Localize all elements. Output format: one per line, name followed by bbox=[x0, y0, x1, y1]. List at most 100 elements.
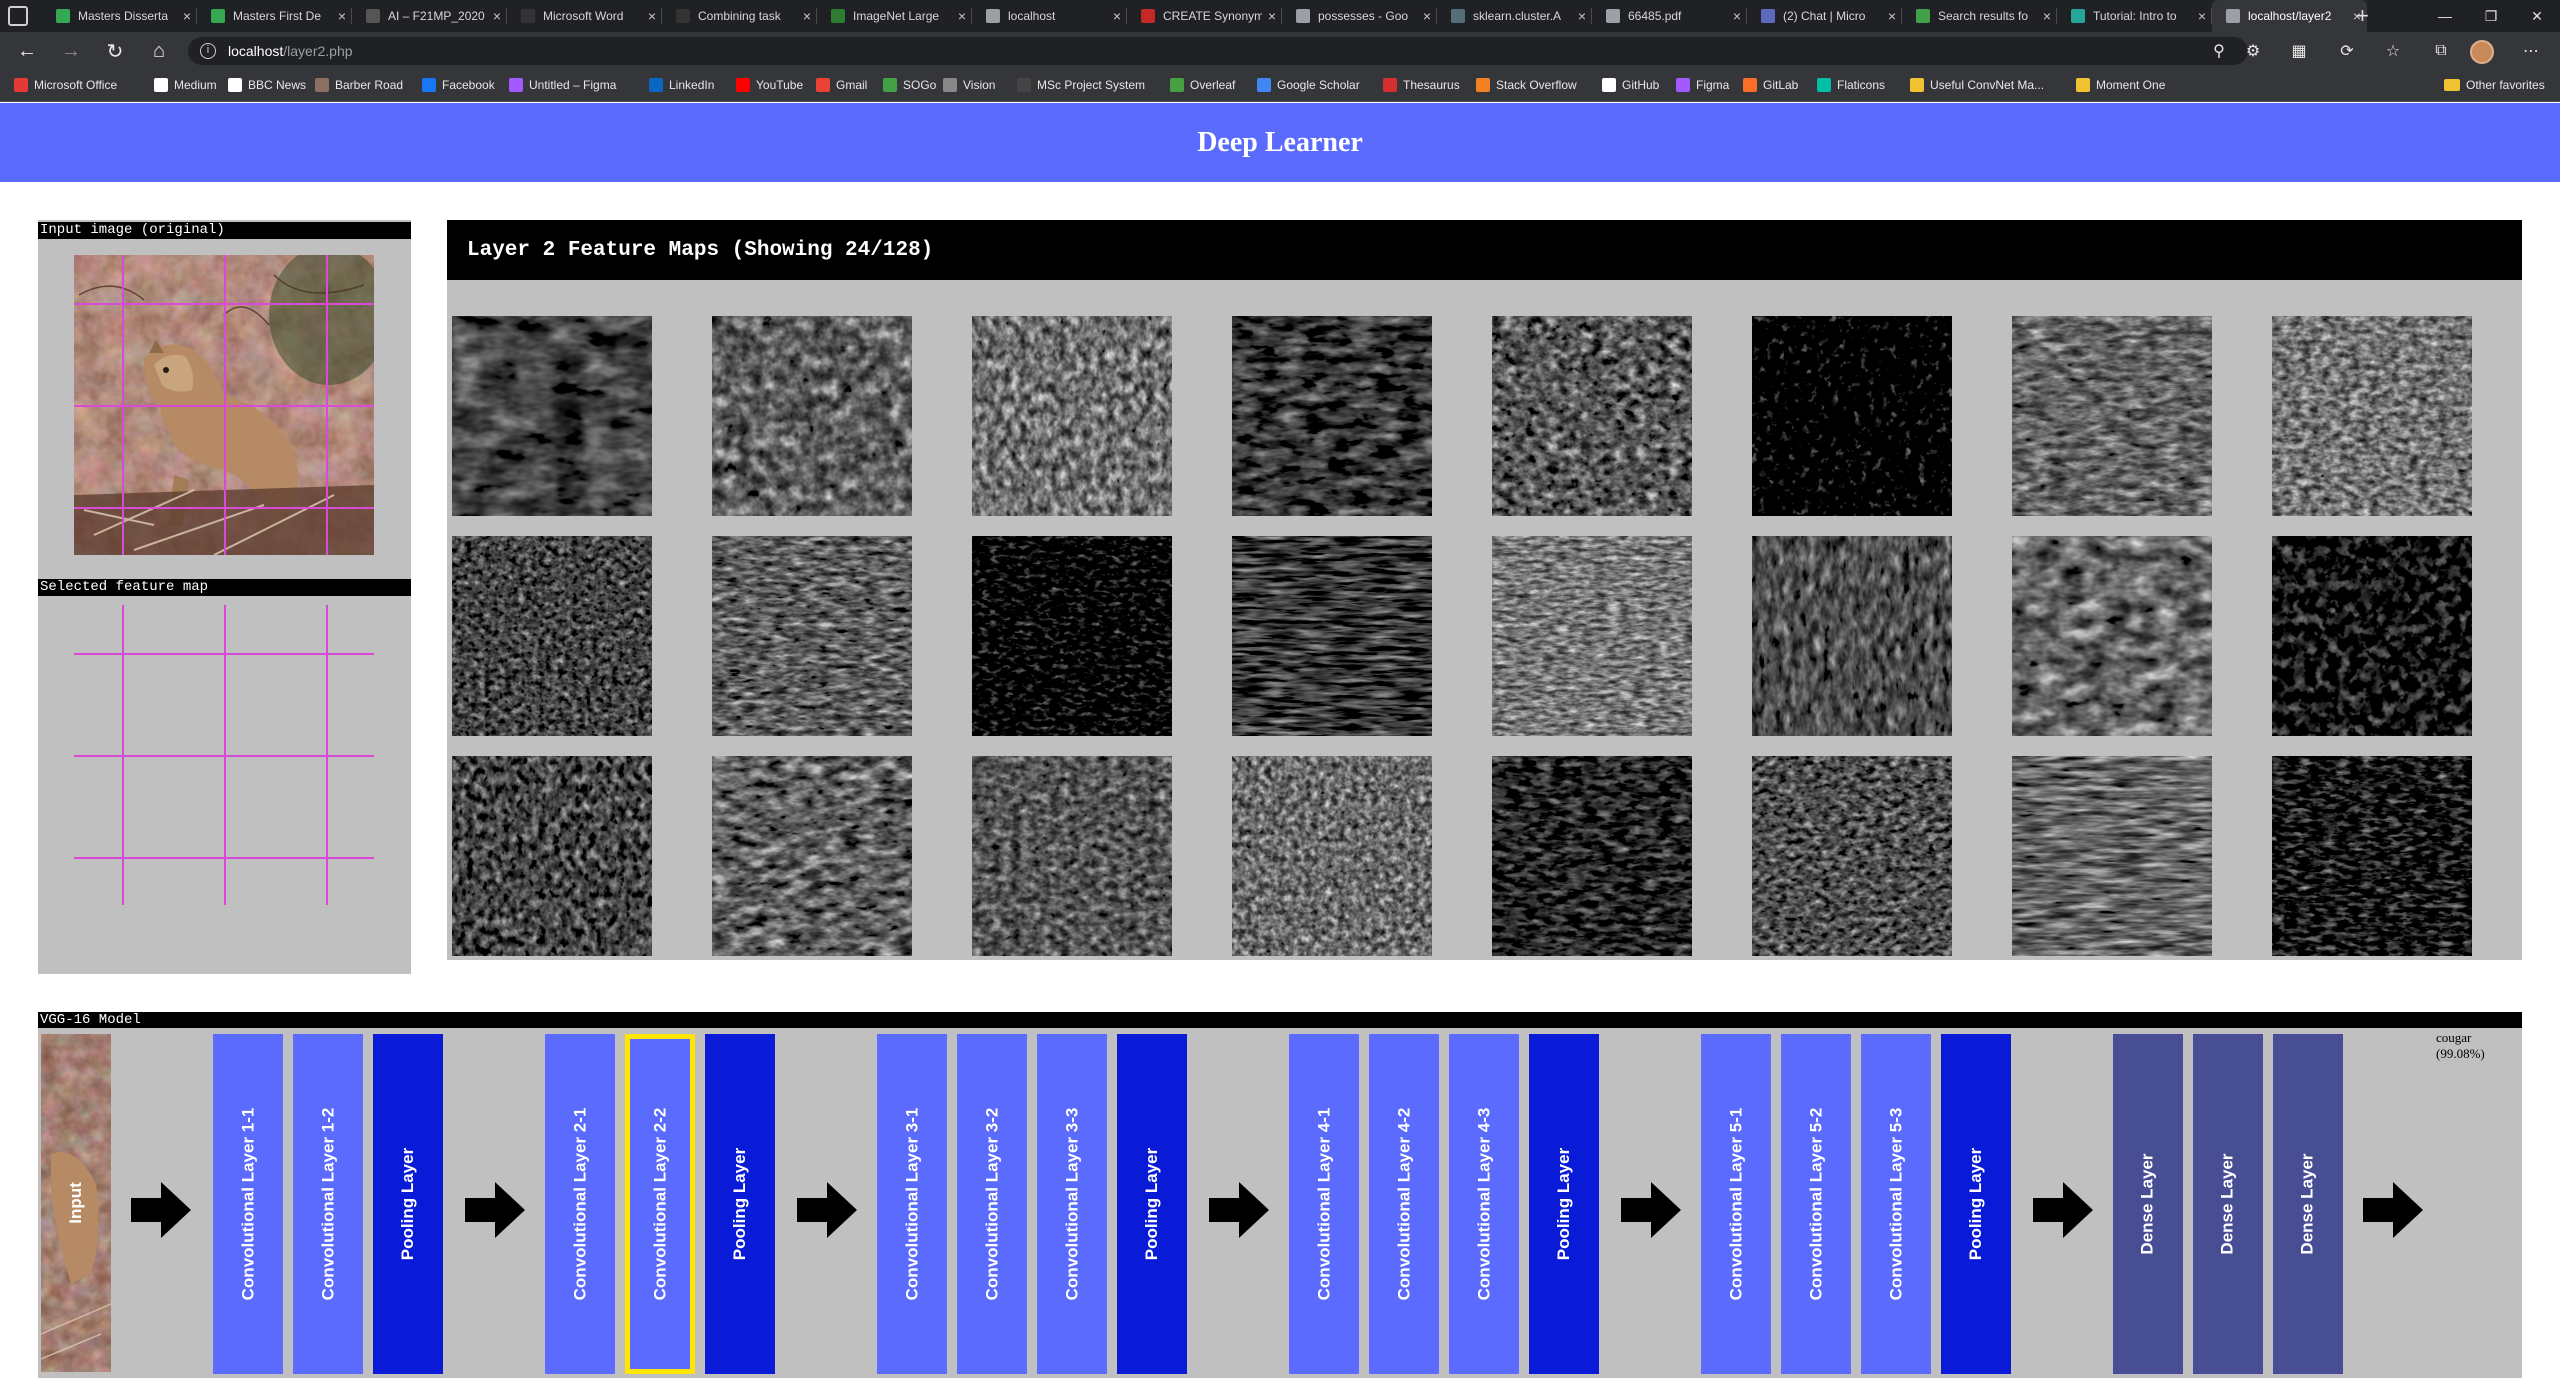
feature-map-thumbnail[interactable] bbox=[712, 536, 912, 736]
feature-map-thumbnail[interactable] bbox=[452, 536, 652, 736]
tab-close-icon[interactable]: × bbox=[2037, 8, 2057, 24]
browser-tab[interactable]: Masters First De × bbox=[197, 0, 352, 32]
bookmark-item[interactable]: Barber Road bbox=[315, 78, 403, 92]
bookmark-item[interactable]: YouTube bbox=[736, 78, 803, 92]
tab-close-icon[interactable]: × bbox=[1572, 8, 1592, 24]
bookmark-item[interactable]: SOGo bbox=[883, 78, 936, 92]
layer-block-pool[interactable]: Pooling Layer bbox=[705, 1034, 775, 1374]
feature-map-thumbnail[interactable] bbox=[1752, 316, 1952, 516]
layer-block-pool[interactable]: Pooling Layer bbox=[373, 1034, 443, 1374]
address-bar[interactable]: i localhost/layer2.php bbox=[188, 37, 2248, 65]
layer-block-pool[interactable]: Pooling Layer bbox=[1941, 1034, 2011, 1374]
bookmark-item[interactable]: Gmail bbox=[816, 78, 867, 92]
layer-block-conv[interactable]: Convolutional Layer 4-3 bbox=[1449, 1034, 1519, 1374]
layer-block-dense[interactable]: Dense Layer bbox=[2193, 1034, 2263, 1374]
feature-map-thumbnail[interactable] bbox=[2012, 536, 2212, 736]
reading-list-icon[interactable]: ▦ bbox=[2286, 38, 2312, 64]
feature-map-thumbnail[interactable] bbox=[712, 316, 912, 516]
browser-tab[interactable]: Masters Disserta × bbox=[42, 0, 197, 32]
close-window-icon[interactable]: ✕ bbox=[2514, 0, 2560, 32]
bookmark-item[interactable]: Figma bbox=[1676, 78, 1729, 92]
feature-map-thumbnail[interactable] bbox=[972, 536, 1172, 736]
bookmark-item[interactable]: Moment One bbox=[2076, 78, 2165, 92]
layer-block-conv[interactable]: Convolutional Layer 1-1 bbox=[213, 1034, 283, 1374]
layer-block-conv[interactable]: Convolutional Layer 2-1 bbox=[545, 1034, 615, 1374]
browser-tab[interactable]: localhost × bbox=[972, 0, 1127, 32]
layer-block-dense[interactable]: Dense Layer bbox=[2273, 1034, 2343, 1374]
other-favorites-folder[interactable]: Other favorites bbox=[2444, 78, 2545, 92]
browser-tab[interactable]: sklearn.cluster.A × bbox=[1437, 0, 1592, 32]
back-icon[interactable]: ← bbox=[14, 38, 40, 64]
tab-close-icon[interactable]: × bbox=[797, 8, 817, 24]
minimize-icon[interactable]: — bbox=[2422, 0, 2468, 32]
feature-map-thumbnail[interactable] bbox=[712, 756, 912, 956]
bookmark-item[interactable]: Flaticons bbox=[1817, 78, 1885, 92]
layer-block-conv[interactable]: Convolutional Layer 3-1 bbox=[877, 1034, 947, 1374]
model-input-block[interactable]: Input bbox=[41, 1034, 111, 1372]
layer-block-conv[interactable]: Convolutional Layer 5-3 bbox=[1861, 1034, 1931, 1374]
layer-block-conv[interactable]: Convolutional Layer 3-3 bbox=[1037, 1034, 1107, 1374]
feature-map-thumbnail[interactable] bbox=[2272, 756, 2472, 956]
browser-tab[interactable]: (2) Chat | Micro × bbox=[1747, 0, 1902, 32]
tab-close-icon[interactable]: × bbox=[1107, 8, 1127, 24]
browser-tab[interactable]: Microsoft Word × bbox=[507, 0, 662, 32]
tab-close-icon[interactable]: × bbox=[332, 8, 352, 24]
more-menu-icon[interactable]: ⋯ bbox=[2518, 38, 2544, 64]
layer-block-conv[interactable]: Convolutional Layer 5-2 bbox=[1781, 1034, 1851, 1374]
tab-close-icon[interactable]: × bbox=[1262, 8, 1282, 24]
bookmark-item[interactable]: GitLab bbox=[1743, 78, 1798, 92]
bookmark-item[interactable]: LinkedIn bbox=[649, 78, 714, 92]
profile-avatar[interactable] bbox=[2470, 40, 2494, 64]
bookmark-item[interactable]: Vision bbox=[943, 78, 995, 92]
bookmark-item[interactable]: MSc Project System bbox=[1017, 78, 1145, 92]
reload-icon[interactable]: ↻ bbox=[102, 38, 128, 64]
bookmark-item[interactable]: Google Scholar bbox=[1257, 78, 1360, 92]
bookmark-item[interactable]: Microsoft Office bbox=[14, 78, 117, 92]
feature-map-thumbnail[interactable] bbox=[1492, 756, 1692, 956]
layer-block-conv[interactable]: Convolutional Layer 5-1 bbox=[1701, 1034, 1771, 1374]
bookmark-item[interactable]: Overleaf bbox=[1170, 78, 1235, 92]
feature-map-thumbnail[interactable] bbox=[1492, 536, 1692, 736]
site-info-icon[interactable]: i bbox=[200, 43, 216, 59]
feature-map-thumbnail[interactable] bbox=[1232, 756, 1432, 956]
layer-block-dense[interactable]: Dense Layer bbox=[2113, 1034, 2183, 1374]
feature-map-thumbnail[interactable] bbox=[1232, 536, 1432, 736]
tab-actions-icon[interactable] bbox=[8, 6, 28, 26]
bookmark-item[interactable]: Untitled – Figma bbox=[509, 78, 616, 92]
feature-map-thumbnail[interactable] bbox=[2012, 756, 2212, 956]
tab-close-icon[interactable]: × bbox=[1417, 8, 1437, 24]
feature-map-thumbnail[interactable] bbox=[2272, 536, 2472, 736]
browser-tab[interactable]: ImageNet Large × bbox=[817, 0, 972, 32]
tab-close-icon[interactable]: × bbox=[642, 8, 662, 24]
bookmark-item[interactable]: Facebook bbox=[422, 78, 495, 92]
browser-tab[interactable]: AI – F21MP_2020 × bbox=[352, 0, 507, 32]
tab-close-icon[interactable]: × bbox=[952, 8, 972, 24]
browser-tab[interactable]: 66485.pdf × bbox=[1592, 0, 1747, 32]
tab-close-icon[interactable]: × bbox=[2192, 8, 2212, 24]
layer-block-pool[interactable]: Pooling Layer bbox=[1529, 1034, 1599, 1374]
bookmark-item[interactable]: Thesaurus bbox=[1383, 78, 1460, 92]
layer-block-conv[interactable]: Convolutional Layer 3-2 bbox=[957, 1034, 1027, 1374]
feature-map-thumbnail[interactable] bbox=[2012, 316, 2212, 516]
bookmark-item[interactable]: Useful ConvNet Ma... bbox=[1910, 78, 2044, 92]
forward-icon[interactable]: → bbox=[58, 38, 84, 64]
tab-close-icon[interactable]: × bbox=[487, 8, 507, 24]
home-icon[interactable]: ⌂ bbox=[146, 38, 172, 64]
tab-close-icon[interactable]: × bbox=[177, 8, 197, 24]
layer-block-conv[interactable]: Convolutional Layer 4-1 bbox=[1289, 1034, 1359, 1374]
browser-tab[interactable]: Tutorial: Intro to × bbox=[2057, 0, 2212, 32]
browser-tab[interactable]: localhost/layer2 × bbox=[2212, 0, 2367, 32]
zoom-icon[interactable]: ⚲ bbox=[2206, 38, 2232, 64]
browser-tab[interactable]: possesses - Goo × bbox=[1282, 0, 1437, 32]
tab-close-icon[interactable]: × bbox=[1727, 8, 1747, 24]
layer-block-conv[interactable]: Convolutional Layer 4-2 bbox=[1369, 1034, 1439, 1374]
feature-map-thumbnail[interactable] bbox=[452, 316, 652, 516]
tab-close-icon[interactable]: × bbox=[1882, 8, 1902, 24]
extensions-icon[interactable]: ⟳ bbox=[2334, 38, 2360, 64]
feature-map-thumbnail[interactable] bbox=[972, 316, 1172, 516]
feature-map-thumbnail[interactable] bbox=[1752, 756, 1952, 956]
bookmark-item[interactable]: Stack Overflow bbox=[1476, 78, 1577, 92]
new-tab-icon[interactable]: + bbox=[2356, 3, 2369, 29]
feature-map-thumbnail[interactable] bbox=[1752, 536, 1952, 736]
browser-tab[interactable]: CREATE Synonym × bbox=[1127, 0, 1282, 32]
